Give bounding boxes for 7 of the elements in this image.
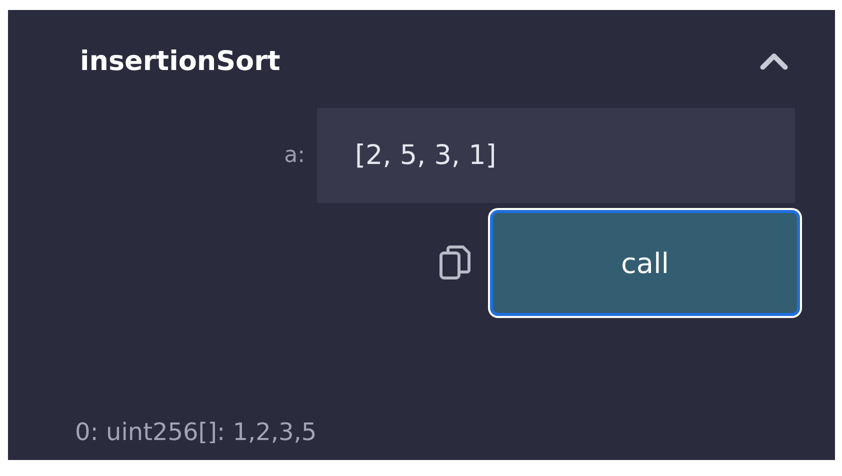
output-text: 0: uint256[]: 1,2,3,5 xyxy=(75,418,318,446)
chevron-up-icon[interactable] xyxy=(759,51,789,71)
call-button[interactable]: call xyxy=(490,210,800,316)
input-field[interactable]: [2, 5, 3, 1] xyxy=(317,108,795,203)
parameter-label: a: xyxy=(284,143,305,168)
function-name: insertionSort xyxy=(80,46,280,76)
copy-icon[interactable] xyxy=(438,244,472,282)
